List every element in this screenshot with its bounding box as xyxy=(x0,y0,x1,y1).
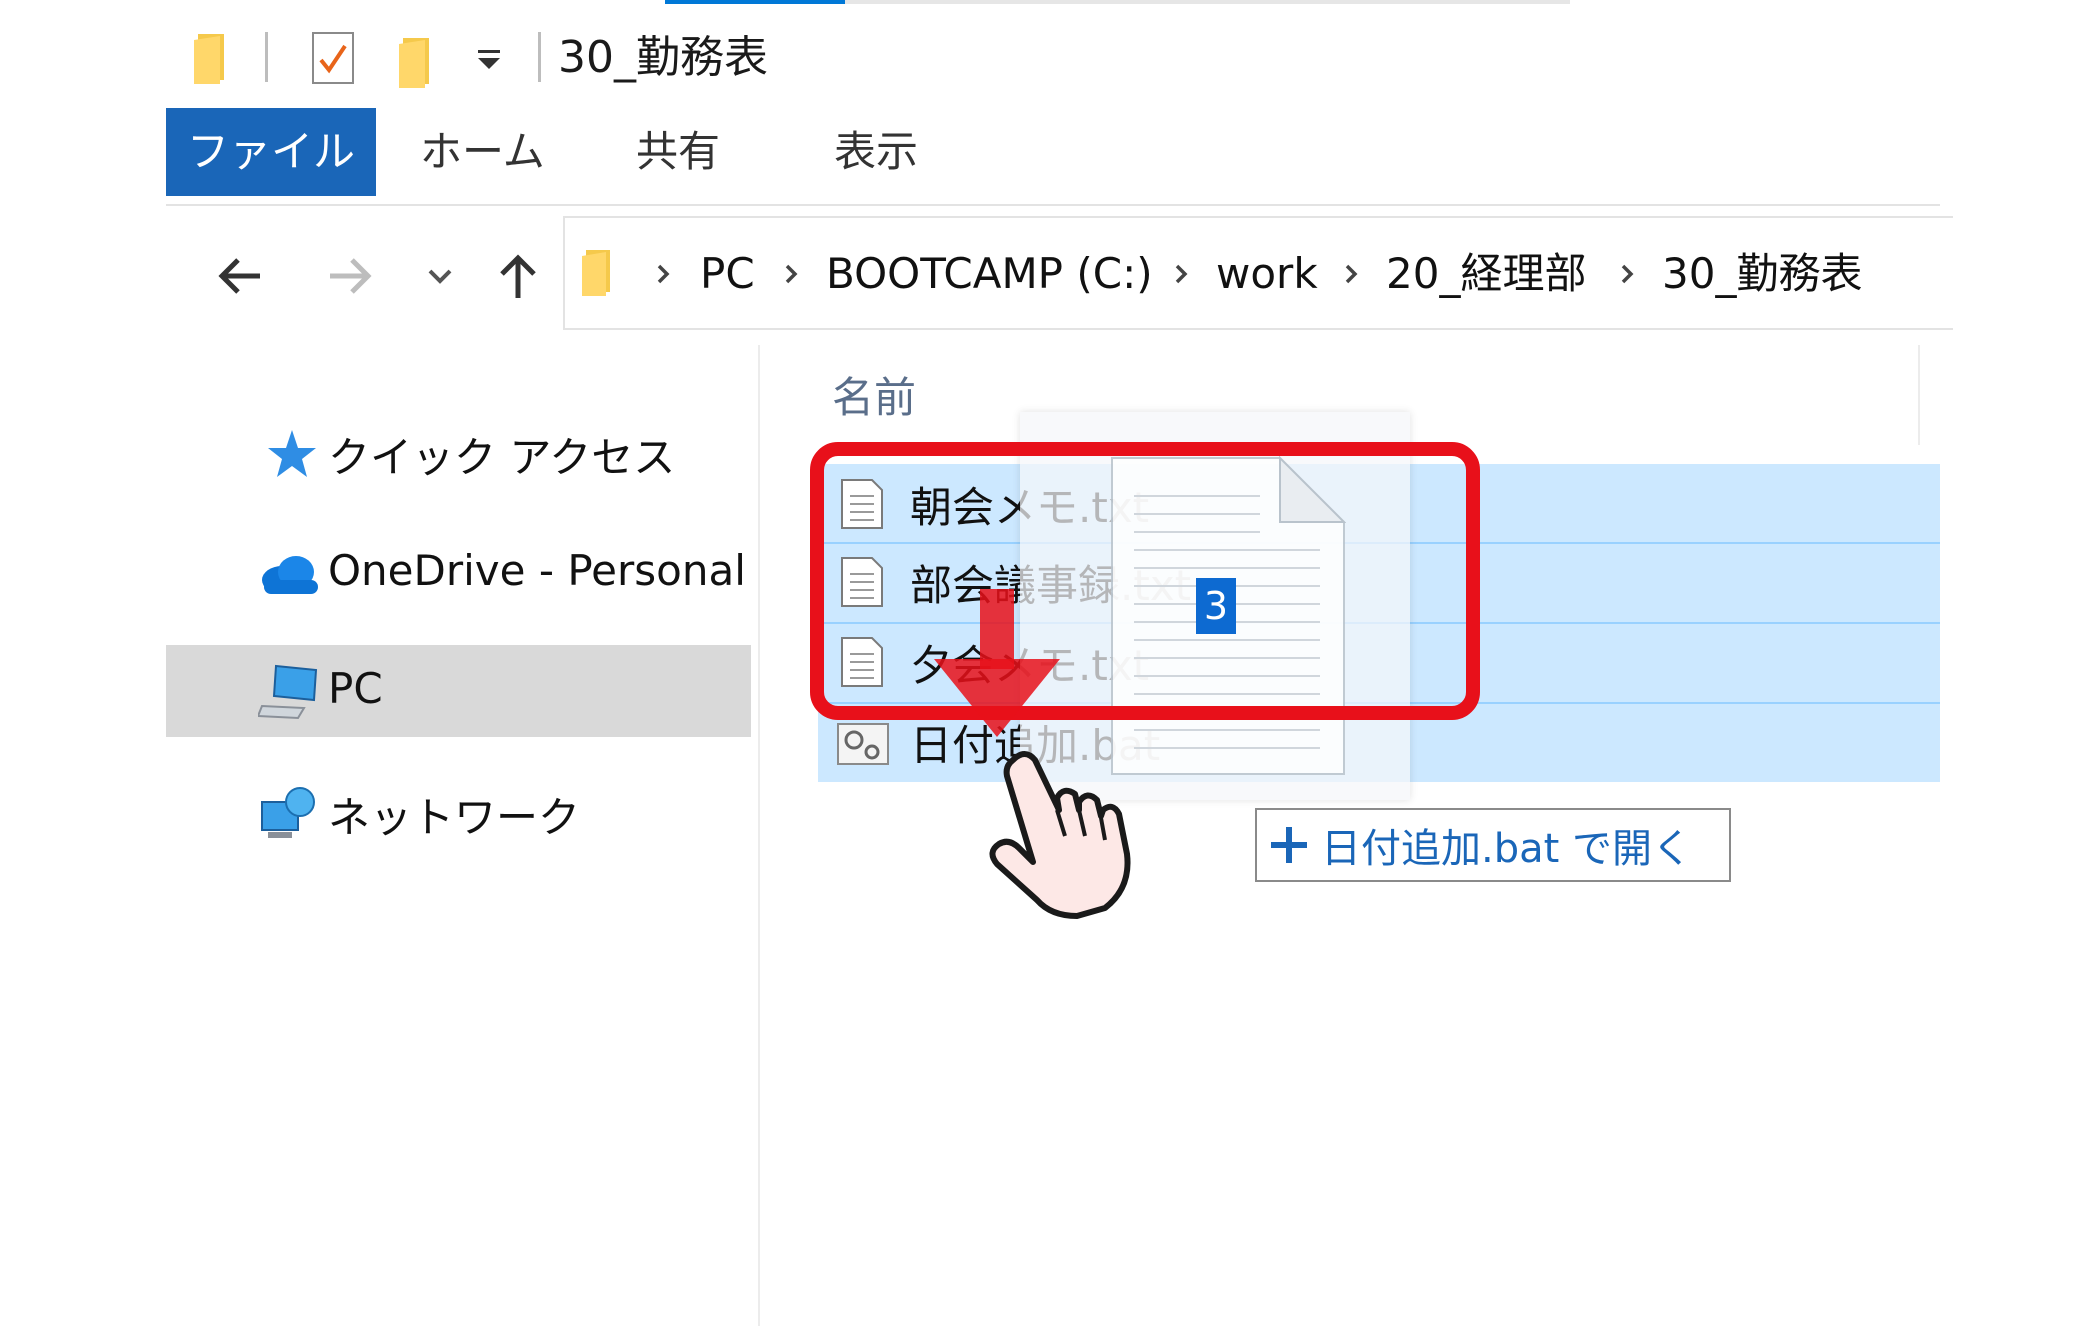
breadcrumb-work[interactable]: work xyxy=(1216,244,1318,304)
tab-view[interactable]: 表示 xyxy=(826,108,926,196)
chevron-right-icon[interactable] xyxy=(648,256,678,292)
star-icon xyxy=(262,426,318,482)
customize-qat-icon[interactable] xyxy=(474,44,504,74)
tab-file[interactable]: ファイル xyxy=(166,108,376,196)
batch-file-icon xyxy=(836,722,890,766)
tooltip-text: 日付追加.bat で開く xyxy=(1321,826,1693,872)
folder-icon[interactable] xyxy=(190,30,234,86)
breadcrumb-pc[interactable]: PC xyxy=(700,244,755,304)
sidebar-item-label: クイック アクセス xyxy=(328,433,676,482)
hand-cursor-icon xyxy=(985,740,1135,920)
new-folder-icon[interactable] xyxy=(395,34,439,90)
window-focus-strip xyxy=(665,0,845,4)
qat-separator xyxy=(538,32,541,82)
ribbon-divider xyxy=(166,204,1940,206)
computer-icon xyxy=(256,662,322,722)
qat-separator xyxy=(265,32,268,82)
properties-icon[interactable] xyxy=(310,30,356,86)
sidebar-item-network[interactable]: ネットワーク xyxy=(258,780,728,846)
sidebar-item-quick-access[interactable]: クイック アクセス xyxy=(258,420,728,486)
back-icon[interactable] xyxy=(212,246,268,306)
sidebar-item-pc[interactable]: PC xyxy=(256,660,728,726)
network-icon xyxy=(258,784,322,844)
drop-tooltip: 日付追加.bat で開く xyxy=(1255,808,1731,882)
chevron-right-icon[interactable] xyxy=(776,256,806,292)
arrow-down-icon xyxy=(930,585,1070,745)
sidebar-item-label: OneDrive - Personal xyxy=(328,546,746,595)
column-divider xyxy=(1918,345,1920,445)
address-folder-icon xyxy=(578,246,618,298)
chevron-right-icon[interactable] xyxy=(1612,256,1642,292)
breadcrumb-accounting[interactable]: 20_経理部 xyxy=(1386,244,1586,304)
breadcrumb-current[interactable]: 30_勤務表 xyxy=(1662,244,1862,304)
sidebar-divider xyxy=(758,345,760,1326)
sidebar-item-onedrive[interactable]: OneDrive - Personal xyxy=(258,542,746,608)
up-icon[interactable] xyxy=(490,246,546,306)
window-title: 30_勤務表 xyxy=(558,32,768,83)
cloud-icon xyxy=(258,552,322,596)
sidebar-item-label: PC xyxy=(328,664,383,713)
plus-icon xyxy=(1257,808,1321,882)
chevron-right-icon[interactable] xyxy=(1166,256,1196,292)
chevron-right-icon[interactable] xyxy=(1336,256,1366,292)
column-header-name[interactable]: 名前 xyxy=(832,368,916,428)
breadcrumb-drive[interactable]: BOOTCAMP (C:) xyxy=(826,244,1153,304)
recent-locations-icon[interactable] xyxy=(420,246,460,306)
sidebar-item-label: ネットワーク xyxy=(328,793,581,842)
tab-share[interactable]: 共有 xyxy=(628,108,728,196)
highlight-box xyxy=(810,442,1480,720)
tab-home[interactable]: ホーム xyxy=(420,108,545,196)
forward-icon[interactable] xyxy=(322,246,378,306)
